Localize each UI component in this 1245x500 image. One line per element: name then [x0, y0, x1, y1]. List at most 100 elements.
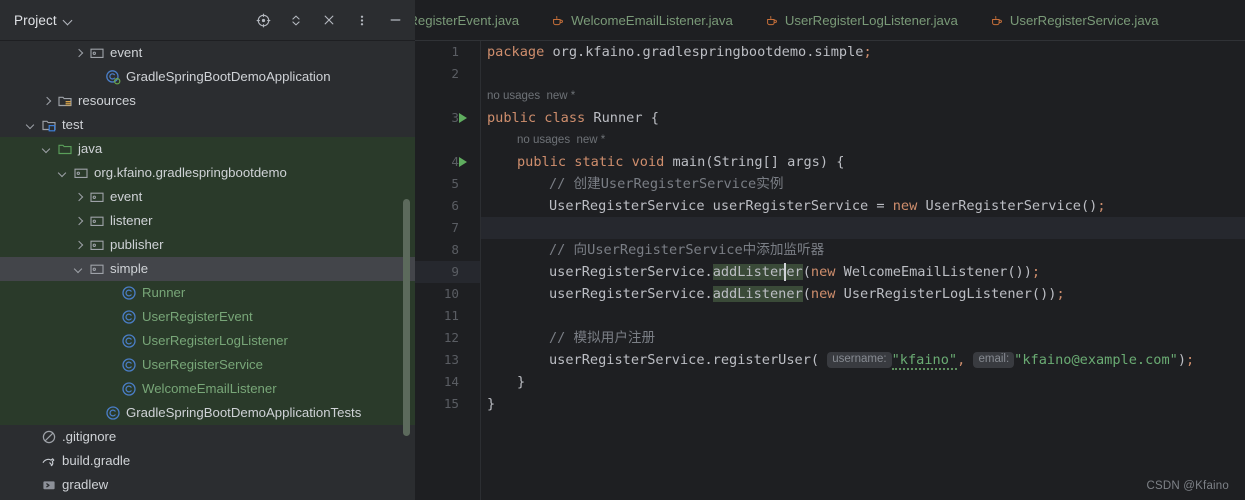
more-options-icon[interactable]	[352, 10, 372, 30]
chevron-right-icon[interactable]	[74, 192, 85, 203]
chevron-down-icon[interactable]	[58, 168, 69, 179]
tree-item-org-kfaino-gradlespringbootdemo[interactable]: org.kfaino.gradlespringbootdemo	[0, 161, 415, 185]
editor-tab-label: rRegisterEvent.java	[415, 13, 520, 28]
string-username: "kfaino"	[891, 352, 958, 370]
tree-item-label: GradleSpringBootDemoApplicationTests	[126, 405, 362, 420]
tree-item-gradlespringbootdemoapplication[interactable]: GradleSpringBootDemoApplication	[0, 65, 415, 89]
open-brace: {	[650, 110, 659, 126]
editor-tab-label: WelcomeEmailListener.java	[571, 13, 733, 28]
editor-tab-welcomeemaillistener[interactable]: WelcomeEmailListener.java	[535, 0, 749, 41]
tree-item-label: listener	[110, 213, 153, 228]
source-folder-icon	[56, 141, 73, 157]
tree-item-event[interactable]: event	[0, 185, 415, 209]
code-line-15: }	[487, 393, 495, 415]
ide-window: Project event GradleSpringBootDemoApplic…	[0, 0, 1245, 500]
chevron-down-icon	[64, 16, 73, 25]
tree-item-label: build.gradle	[62, 453, 131, 468]
editor-text-area[interactable]: package org.kfaino.gradlespringbootdemo.…	[481, 41, 1245, 500]
test-folder-icon	[40, 117, 57, 133]
java-file-icon	[765, 14, 778, 28]
hide-icon[interactable]	[385, 10, 405, 30]
run-gutter-icon[interactable]	[459, 151, 471, 173]
tree-item-welcomeemaillistener[interactable]: WelcomeEmailListener	[0, 377, 415, 401]
inlay-hint-method[interactable]: no usages new *	[517, 129, 605, 151]
tree-item-userregisterloglistener[interactable]: UserRegisterLogListener	[0, 329, 415, 353]
editor-gutter[interactable]: 1 2 3 4 5 6 7 8 9 10 11 12 13 14 15	[415, 41, 481, 500]
open-paren: (	[802, 264, 811, 280]
service-declaration: UserRegisterService userRegisterService …	[549, 198, 893, 214]
chevron-down-icon[interactable]	[74, 264, 85, 275]
tree-item-event[interactable]: event	[0, 41, 415, 65]
code-line-14: }	[487, 371, 525, 393]
tree-item-label: simple	[110, 261, 149, 276]
editor-tab-userregisterloglistener[interactable]: UserRegisterLogListener.java	[749, 0, 974, 41]
comment-create-service: // 创建UserRegisterService实例	[549, 176, 784, 192]
code-line-9: userRegisterService.addListener(new Welc…	[487, 261, 1040, 283]
param-hint-username[interactable]: username:	[827, 352, 892, 368]
line-number: 6	[451, 198, 459, 213]
chevron-down-icon[interactable]	[42, 144, 53, 155]
collapse-all-icon[interactable]	[319, 10, 339, 30]
editor-tab-userregisterservice[interactable]: UserRegisterService.java	[974, 0, 1175, 41]
tree-item-runner[interactable]: Runner	[0, 281, 415, 305]
tree-item-resources[interactable]: resources	[0, 89, 415, 113]
select-opened-file-icon[interactable]	[253, 10, 273, 30]
code-line-10: userRegisterService.addListener(new User…	[487, 283, 1065, 305]
project-title-dropdown[interactable]: Project	[14, 13, 73, 28]
keyword-package: package	[487, 44, 545, 60]
tree-item-label: gradlew	[62, 477, 109, 492]
tree-item-userregisterevent[interactable]: UserRegisterEvent	[0, 305, 415, 329]
tree-item-userregisterservice[interactable]: UserRegisterService	[0, 353, 415, 377]
line-number: 5	[451, 176, 459, 191]
tree-item-gradlespringbootdemoapplicationtests[interactable]: GradleSpringBootDemoApplicationTests	[0, 401, 415, 425]
package-icon	[88, 189, 105, 205]
java-class-icon	[120, 357, 137, 373]
code-editor[interactable]: 1 2 3 4 5 6 7 8 9 10 11 12 13 14 15 package org.kfaino…	[415, 41, 1245, 500]
tree-item-test[interactable]: test	[0, 113, 415, 137]
tree-item-label: GradleSpringBootDemoApplication	[126, 69, 331, 84]
chevron-right-icon[interactable]	[74, 240, 85, 251]
line-number: 9	[451, 264, 459, 279]
chevron-right-icon[interactable]	[74, 216, 85, 227]
project-tree[interactable]: event GradleSpringBootDemoApplication reso…	[0, 41, 415, 500]
tree-item-java[interactable]: java	[0, 137, 415, 161]
log-listener-arg: UserRegisterLogListener())	[835, 286, 1057, 302]
chevron-right-icon[interactable]	[42, 96, 53, 107]
receiver-expression: userRegisterService.	[549, 286, 713, 302]
chevron-down-icon[interactable]	[26, 120, 37, 131]
line-number: 8	[451, 242, 459, 257]
line-number: 12	[443, 330, 459, 345]
tree-item-simple[interactable]: simple	[0, 257, 415, 281]
chevron-right-icon[interactable]	[74, 48, 85, 59]
code-line-8: // 向UserRegisterService中添加监听器	[487, 239, 824, 261]
package-icon	[88, 213, 105, 229]
java-class-icon	[120, 285, 137, 301]
tree-item-listener[interactable]: listener	[0, 209, 415, 233]
close-brace-method: }	[517, 374, 526, 390]
receiver-expression: userRegisterService.	[549, 264, 713, 280]
tool-window-header: Project	[0, 0, 415, 41]
tree-item-gitignore[interactable]: .gitignore	[0, 425, 415, 449]
package-icon	[72, 165, 89, 181]
tree-item-gradlew[interactable]: gradlew	[0, 473, 415, 497]
inlay-hint-class[interactable]: no usages new *	[487, 85, 575, 107]
editor-tab-label: UserRegisterLogListener.java	[784, 13, 958, 28]
editor-area: rRegisterEvent.java WelcomeEmailListener.…	[415, 0, 1245, 500]
param-hint-email[interactable]: email:	[973, 352, 1015, 368]
editor-tab-rregisterevent[interactable]: rRegisterEvent.java	[415, 0, 535, 41]
run-gutter-icon[interactable]	[459, 107, 471, 129]
semicolon: ;	[863, 44, 872, 60]
line-number: 1	[451, 44, 459, 59]
expand-collapse-icon[interactable]	[286, 10, 306, 30]
line-number: 15	[443, 396, 459, 411]
tree-item-label: UserRegisterEvent	[142, 309, 253, 324]
tree-scrollbar[interactable]	[403, 199, 410, 436]
tree-item-build-gradle[interactable]: build.gradle	[0, 449, 415, 473]
tree-item-publisher[interactable]: publisher	[0, 233, 415, 257]
tree-item-label: test	[62, 117, 84, 132]
tree-item-label: resources	[78, 93, 136, 108]
